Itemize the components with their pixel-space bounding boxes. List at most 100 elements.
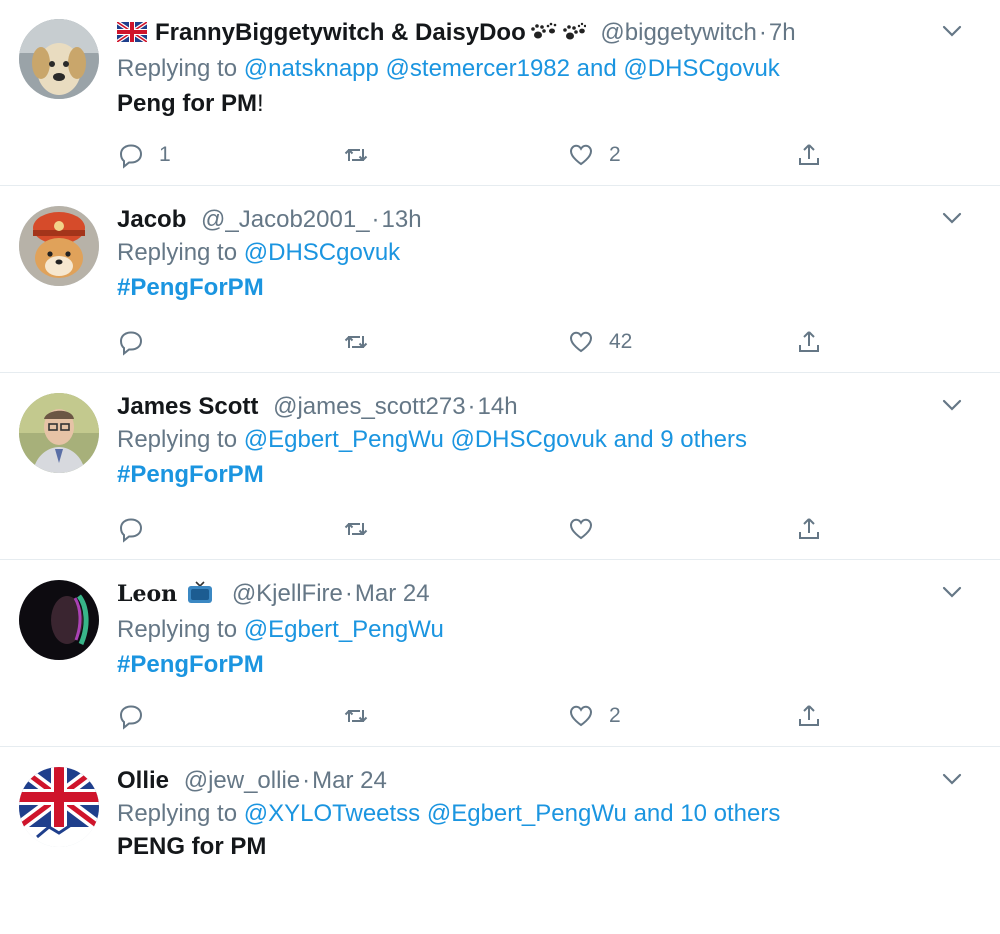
mention-link[interactable]: @DHSCgovuk — [244, 239, 400, 266]
chevron-down-icon[interactable] — [940, 583, 964, 601]
tweet-text-bold: Peng for PM — [117, 90, 258, 117]
like-button[interactable]: 42 — [567, 325, 632, 359]
others-link[interactable]: 10 others — [680, 800, 780, 827]
user-handle[interactable]: @_Jacob2001_ — [201, 206, 370, 233]
display-name[interactable]: Leon — [117, 581, 177, 607]
mention-link[interactable]: @Egbert_PengWu — [427, 800, 627, 827]
shiba-avatar-icon — [19, 206, 99, 286]
union-jack-avatar-icon — [19, 767, 99, 847]
display-name[interactable]: Ollie — [117, 767, 169, 794]
mention-link[interactable]: @DHSCgovuk — [623, 55, 779, 82]
replying-label: Replying to — [117, 800, 238, 827]
tweet-actions: 42 — [117, 325, 837, 359]
tweet-actions: 1 2 — [117, 138, 837, 172]
mention-link[interactable]: @stemercer1982 — [386, 55, 570, 82]
tweet-text: #PengForPM — [117, 458, 940, 492]
share-button[interactable] — [795, 325, 823, 359]
tweet-feed: FrannyBiggetywitch & DaisyDoo @biggetywi… — [0, 0, 1000, 861]
mention-link[interactable]: @Egbert_PengWu — [244, 616, 444, 643]
like-count: 2 — [609, 143, 621, 166]
retweet-button[interactable] — [342, 325, 370, 359]
dark-portrait-avatar-icon — [19, 580, 99, 660]
timestamp[interactable]: 13h — [382, 206, 422, 233]
avatar[interactable] — [19, 19, 99, 99]
chevron-down-icon[interactable] — [940, 396, 964, 414]
avatar[interactable] — [19, 580, 99, 660]
replying-to: Replying to @Egbert_PengWu @DHSCgovuk an… — [117, 422, 940, 458]
tweet[interactable]: James Scott @james_scott273·14h Replying… — [0, 374, 1000, 560]
mention-link[interactable]: @natsknapp — [244, 55, 379, 82]
avatar[interactable] — [19, 393, 99, 473]
replying-to: Replying to @DHSCgovuk — [117, 235, 940, 271]
heart-icon — [567, 328, 595, 356]
retweet-icon — [342, 515, 370, 543]
tweet[interactable]: Jacob @_Jacob2001_·13h Replying to @DHSC… — [0, 187, 1000, 373]
like-count: 42 — [609, 330, 633, 353]
share-icon — [795, 515, 823, 543]
like-button[interactable] — [567, 512, 595, 546]
like-button[interactable]: 2 — [567, 138, 621, 172]
user-handle[interactable]: @KjellFire — [232, 580, 343, 607]
timestamp[interactable]: 7h — [769, 19, 796, 46]
share-icon — [795, 702, 823, 730]
separator-dot: · — [344, 580, 353, 607]
reply-button[interactable] — [117, 325, 145, 359]
uk-flag-icon — [115, 20, 149, 50]
share-icon — [795, 328, 823, 356]
replying-label: Replying to — [117, 55, 238, 82]
replying-join: and — [576, 55, 617, 82]
mention-link[interactable]: @Egbert_PengWu — [244, 426, 444, 453]
tweet[interactable]: FrannyBiggetywitch & DaisyDoo @biggetywi… — [0, 0, 1000, 186]
separator-dot: · — [467, 393, 476, 420]
separator-dot: · — [758, 19, 767, 46]
reply-button[interactable]: 1 — [117, 138, 171, 172]
separator-dot: · — [371, 206, 380, 233]
tweet-text: Peng for PM! — [117, 87, 940, 121]
display-name[interactable]: Jacob — [117, 206, 186, 233]
paw-prints-icon — [530, 19, 586, 51]
share-button[interactable] — [795, 699, 823, 733]
like-count: 2 — [609, 704, 621, 727]
timestamp[interactable]: Mar 24 — [355, 580, 430, 607]
tweet[interactable]: Leon @KjellFire·Mar 24 Replying to @Egbe… — [0, 561, 1000, 747]
mention-link[interactable]: @XYLOTweetss — [244, 800, 420, 827]
retweet-icon — [342, 328, 370, 356]
user-handle[interactable]: @jew_ollie — [184, 767, 300, 794]
retweet-button[interactable] — [342, 699, 370, 733]
tweet-text: PENG for PM — [117, 833, 267, 860]
tweet[interactable]: Ollie @jew_ollie·Mar 24 Replying to @XYL… — [0, 748, 1000, 934]
chevron-down-icon[interactable] — [940, 209, 964, 227]
tweet-text: #PengForPM — [117, 648, 940, 682]
chevron-down-icon[interactable] — [940, 770, 964, 788]
chevron-down-icon[interactable] — [940, 22, 964, 40]
like-button[interactable]: 2 — [567, 699, 621, 733]
reply-button[interactable] — [117, 699, 145, 733]
display-name[interactable]: James Scott — [117, 393, 258, 420]
timestamp[interactable]: 14h — [478, 393, 518, 420]
tweet-actions: 2 — [117, 699, 837, 733]
tweet-text: #PengForPM — [117, 271, 940, 305]
heart-icon — [567, 702, 595, 730]
mention-link[interactable]: @DHSCgovuk — [450, 426, 606, 453]
avatar[interactable] — [19, 767, 99, 847]
display-name[interactable]: FrannyBiggetywitch & DaisyDoo — [155, 19, 526, 46]
hashtag-link[interactable]: #PengForPM — [117, 461, 264, 488]
user-handle[interactable]: @james_scott273 — [273, 393, 465, 420]
hashtag-link[interactable]: #PengForPM — [117, 274, 264, 301]
retweet-icon — [342, 141, 370, 169]
television-icon — [187, 580, 213, 612]
user-handle[interactable]: @biggetywitch — [600, 19, 756, 46]
replying-label: Replying to — [117, 426, 238, 453]
replying-label: Replying to — [117, 616, 238, 643]
replying-label: Replying to — [117, 239, 238, 266]
hashtag-link[interactable]: #PengForPM — [117, 651, 264, 678]
share-button[interactable] — [795, 512, 823, 546]
replying-to: Replying to @XYLOTweetss @Egbert_PengWu … — [117, 796, 940, 832]
others-link[interactable]: 9 others — [660, 426, 747, 453]
retweet-button[interactable] — [342, 138, 370, 172]
reply-button[interactable] — [117, 512, 145, 546]
timestamp[interactable]: Mar 24 — [312, 767, 387, 794]
avatar[interactable] — [19, 206, 99, 286]
share-button[interactable] — [795, 138, 823, 172]
retweet-button[interactable] — [342, 512, 370, 546]
